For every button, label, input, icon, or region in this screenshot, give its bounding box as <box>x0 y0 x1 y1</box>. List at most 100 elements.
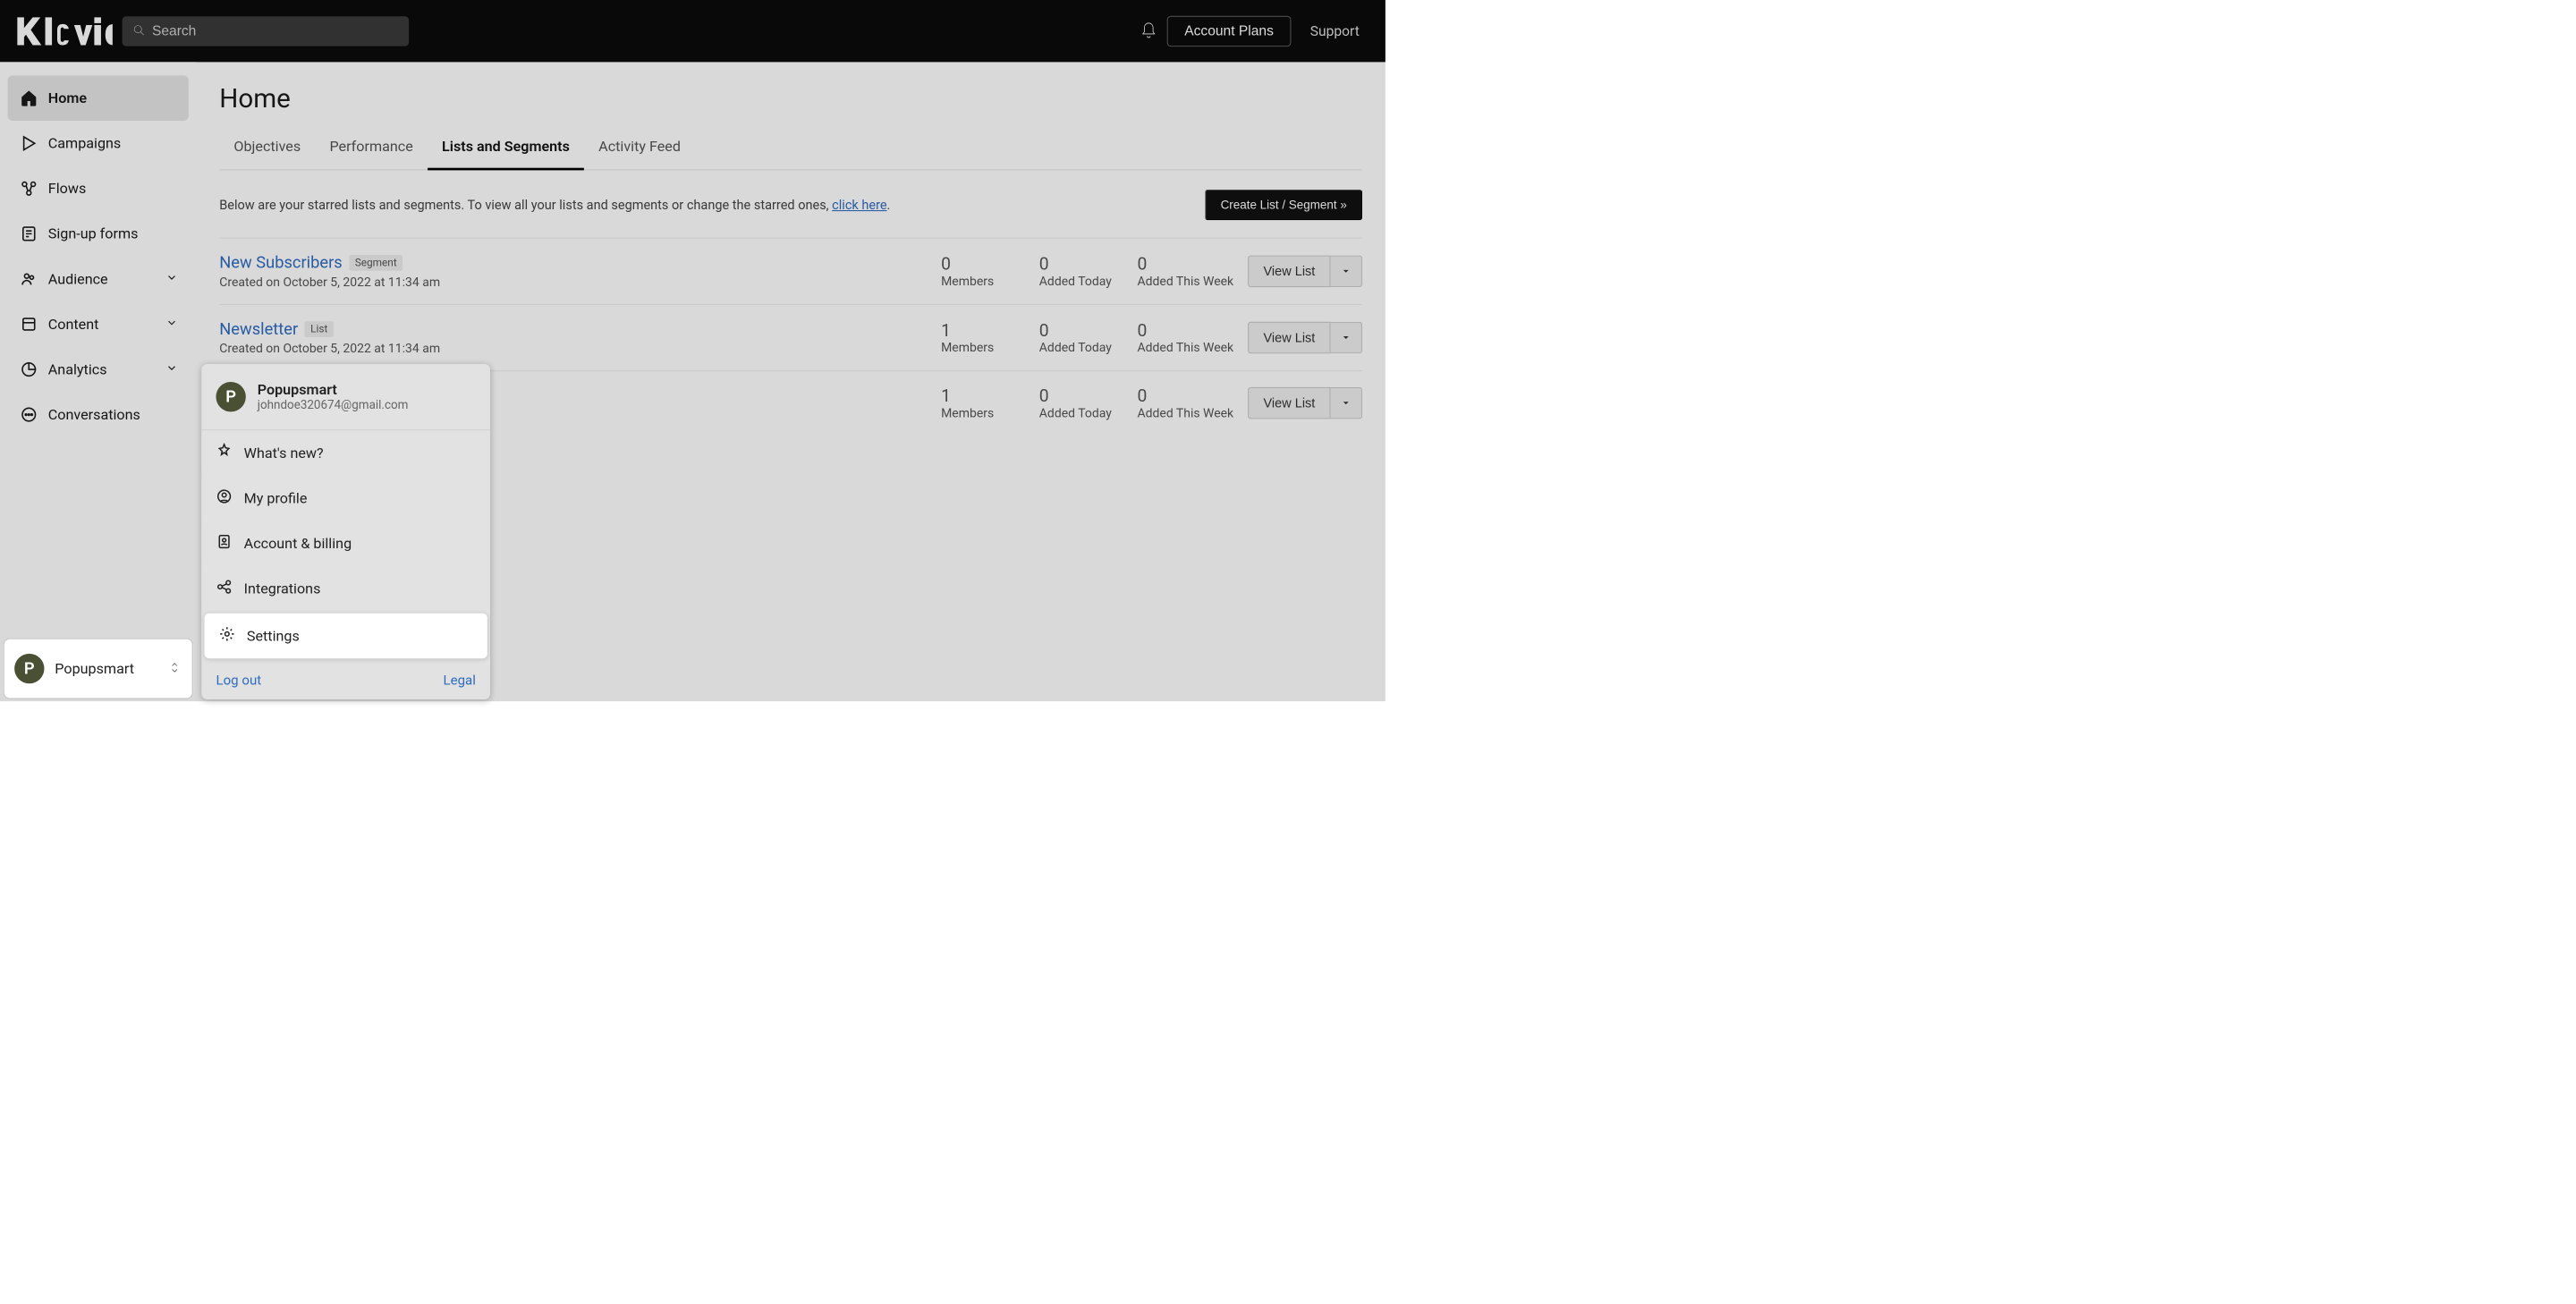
logout-link[interactable]: Log out <box>216 672 261 688</box>
menu-item-label: Integrations <box>244 580 321 597</box>
list-name-link[interactable]: Newsletter <box>219 319 298 339</box>
integrations-icon <box>216 579 232 599</box>
click-here-link[interactable]: click here <box>832 197 886 212</box>
billing-icon <box>216 533 232 554</box>
sidebar-item-campaigns[interactable]: Campaigns <box>8 121 189 166</box>
top-bar: Account Plans Support <box>0 0 1385 62</box>
account-name: Popupsmart <box>55 660 134 677</box>
view-dropdown-button[interactable] <box>1331 322 1362 353</box>
sidebar: Home Campaigns Flows Sign-up forms Audie… <box>0 62 196 701</box>
menu-account-name: Popupsmart <box>258 381 409 398</box>
stat-number: 1 <box>941 385 1018 406</box>
view-dropdown-button[interactable] <box>1331 256 1362 287</box>
stat-label: Added This Week <box>1138 275 1234 289</box>
sidebar-item-content[interactable]: Content <box>8 301 189 347</box>
view-list-button[interactable]: View List <box>1248 256 1330 287</box>
search-icon <box>132 24 145 38</box>
search-input[interactable] <box>152 23 398 39</box>
stat-number: 0 <box>1039 385 1116 406</box>
stat-number: 0 <box>1138 254 1234 275</box>
stat: 0Members <box>941 254 1018 289</box>
stat-label: Members <box>941 406 1018 420</box>
menu-account-email: johndoe320674@gmail.com <box>258 398 409 412</box>
stat-number: 0 <box>1039 254 1116 275</box>
stat: 1Members <box>941 385 1018 420</box>
stat: 0Added This Week <box>1138 254 1234 289</box>
stat-label: Added This Week <box>1138 406 1234 420</box>
intro-row: Below are your starred lists and segment… <box>219 190 1362 220</box>
sidebar-item-label: Campaigns <box>48 135 121 152</box>
avatar: P <box>216 382 245 411</box>
stat-label: Added This Week <box>1138 341 1234 355</box>
type-badge: List <box>305 321 334 337</box>
stat-number: 0 <box>1138 320 1234 341</box>
logo <box>16 16 113 46</box>
stat-label: Added Today <box>1039 406 1116 420</box>
avatar: P <box>14 654 44 683</box>
stat: 1Members <box>941 320 1018 355</box>
menu-items: What's new? My profile Account & billing In… <box>201 430 490 658</box>
stat: 0Added Today <box>1039 320 1116 355</box>
menu-item-label: Account & billing <box>244 535 352 552</box>
stat: 0Added Today <box>1039 385 1116 420</box>
stat-number: 0 <box>941 254 1018 275</box>
view-list-button[interactable]: View List <box>1248 322 1330 353</box>
sidebar-item-label: Audience <box>48 271 108 288</box>
menu-item-what-s-new[interactable]: What's new? <box>201 430 490 476</box>
create-list-segment-button[interactable]: Create List / Segment » <box>1205 190 1362 220</box>
menu-item-settings[interactable]: Settings <box>205 614 487 659</box>
chevron-down-icon <box>165 361 178 378</box>
search-box[interactable] <box>123 16 410 46</box>
view-dropdown-button[interactable] <box>1331 387 1362 419</box>
sidebar-item-label: Conversations <box>48 406 140 423</box>
chevron-down-icon <box>165 316 178 333</box>
list-row: Newsletter List Created on October 5, 2022… <box>219 304 1362 370</box>
notifications-icon[interactable] <box>1140 21 1157 41</box>
tabs: Objectives Performance Lists and Segment… <box>219 130 1362 171</box>
support-link[interactable]: Support <box>1301 23 1369 39</box>
stat: 0Added This Week <box>1138 385 1234 420</box>
menu-item-label: My profile <box>244 490 308 507</box>
sparkles-icon <box>216 443 232 463</box>
profile-icon <box>216 488 232 509</box>
chevron-up-down-icon <box>167 660 182 676</box>
tab-performance[interactable]: Performance <box>315 130 428 170</box>
tab-objectives[interactable]: Objectives <box>219 130 315 170</box>
stat-number: 0 <box>1138 385 1234 406</box>
tab-activity-feed[interactable]: Activity Feed <box>584 130 695 170</box>
stat-label: Added Today <box>1039 275 1116 289</box>
sidebar-item-conversations[interactable]: Conversations <box>8 392 189 437</box>
menu-item-label: Settings <box>247 628 300 645</box>
stat-number: 1 <box>941 320 1018 341</box>
sidebar-item-flows[interactable]: Flows <box>8 166 189 212</box>
stat-label: Members <box>941 275 1018 289</box>
stat-number: 0 <box>1039 320 1116 341</box>
stat-label: Members <box>941 341 1018 355</box>
page-title: Home <box>219 83 1362 114</box>
menu-item-account-billing[interactable]: Account & billing <box>201 521 490 566</box>
type-badge: Segment <box>349 255 402 271</box>
stat: 0Added Today <box>1039 254 1116 289</box>
intro-text: Below are your starred lists and segment… <box>219 197 890 212</box>
menu-footer: Log out Legal <box>201 660 490 699</box>
gear-icon <box>219 626 235 647</box>
menu-item-my-profile[interactable]: My profile <box>201 476 490 521</box>
tab-lists-segments[interactable]: Lists and Segments <box>428 130 584 170</box>
legal-link[interactable]: Legal <box>443 672 475 688</box>
account-plans-button[interactable]: Account Plans <box>1167 15 1291 46</box>
stat-label: Added Today <box>1039 341 1116 355</box>
sidebar-item-label: Content <box>48 316 99 333</box>
list-name-link[interactable]: New Subscribers <box>219 253 342 273</box>
sidebar-item-audience[interactable]: Audience <box>8 257 189 302</box>
sidebar-item-home[interactable]: Home <box>8 75 189 121</box>
account-pill[interactable]: P Popupsmart <box>3 638 193 699</box>
sidebar-item-analytics[interactable]: Analytics <box>8 347 189 393</box>
menu-header: P Popupsmart johndoe320674@gmail.com <box>201 364 490 430</box>
created-meta: Created on October 5, 2022 at 11:34 am <box>219 342 941 356</box>
sidebar-item-label: Analytics <box>48 361 107 378</box>
chevron-down-icon <box>165 271 178 288</box>
list-row: New SubscribersSegmentCreated on October… <box>219 238 1362 304</box>
view-list-button[interactable]: View List <box>1248 387 1330 419</box>
sidebar-item-signup-forms[interactable]: Sign-up forms <box>8 211 189 257</box>
menu-item-integrations[interactable]: Integrations <box>201 566 490 612</box>
